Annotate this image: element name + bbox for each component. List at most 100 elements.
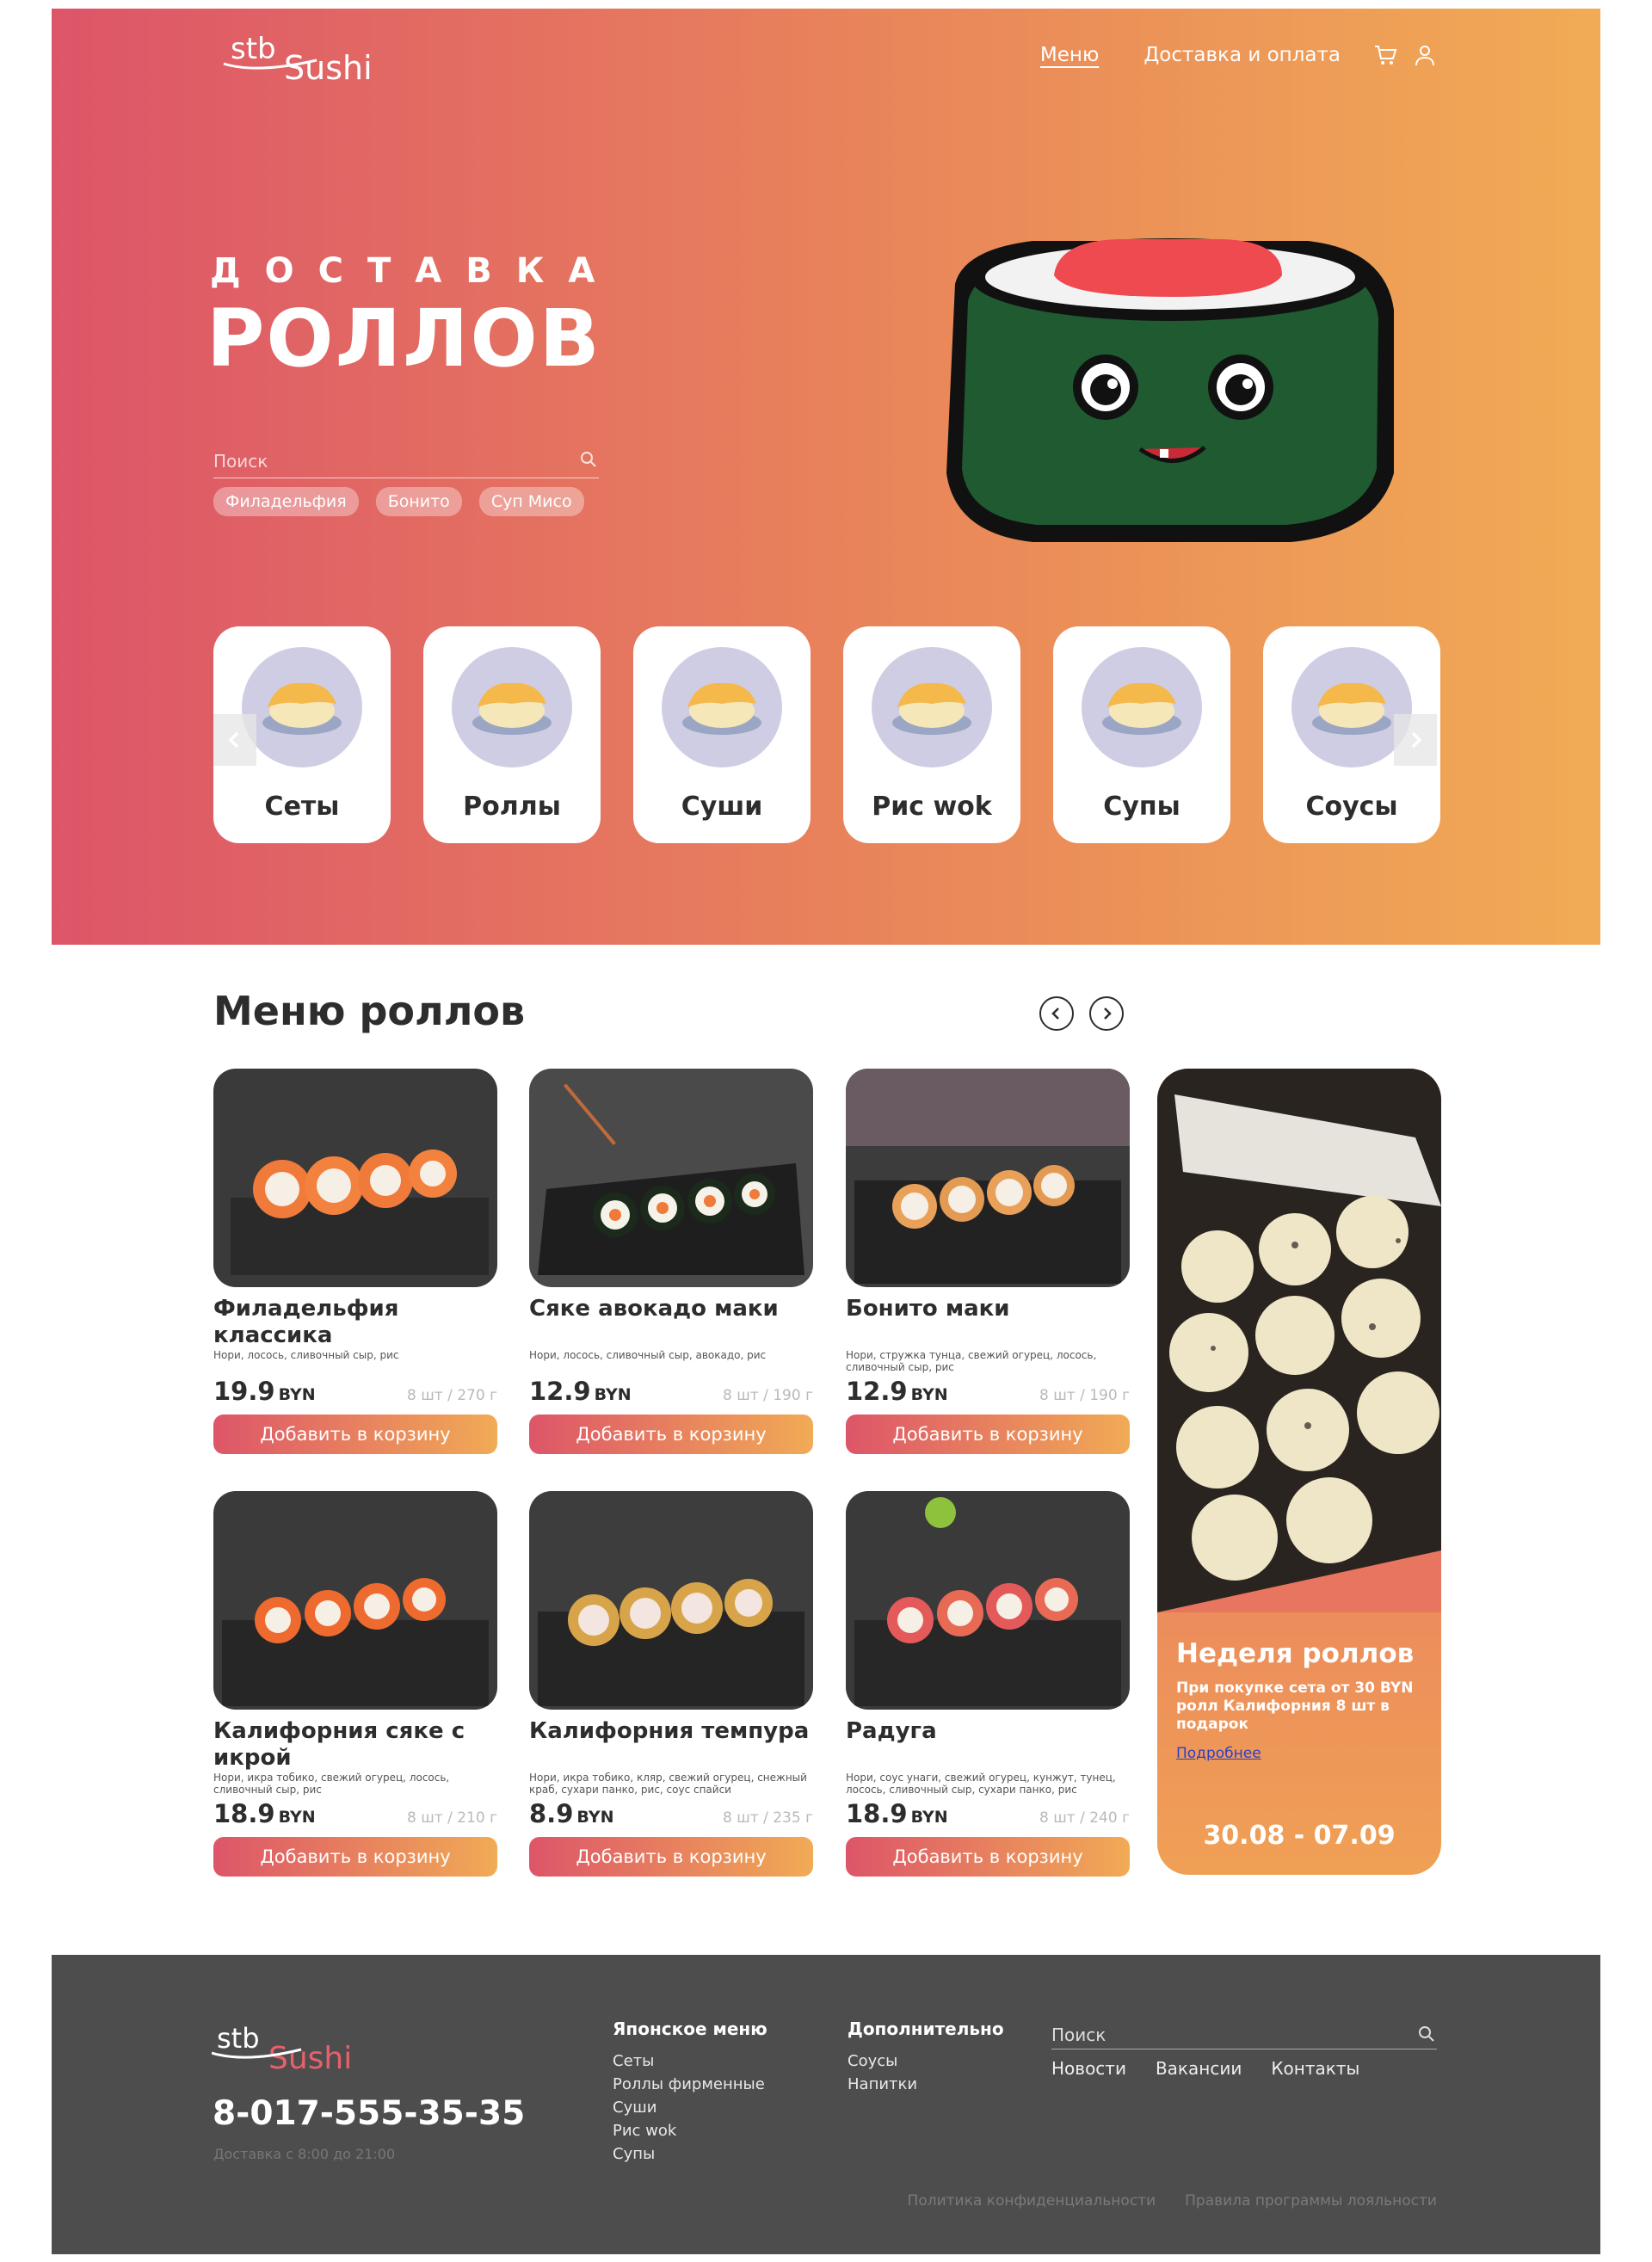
product-photo[interactable] <box>529 1491 813 1710</box>
product-name: Радуга <box>846 1718 937 1744</box>
product-price: 18.9 <box>213 1799 275 1828</box>
site-footer: stb Sushi 8-017-555-35-35 Доставка с 8:0… <box>52 1955 1600 2254</box>
product-card: Калифорния темпура Нори, икра тобико, кл… <box>529 1491 813 1877</box>
cart-icon[interactable] <box>1373 43 1397 67</box>
category-label: Роллы <box>463 792 561 822</box>
footer-link[interactable]: Супы <box>613 2142 767 2166</box>
menu-prev-button[interactable] <box>1039 996 1074 1031</box>
add-to-cart-button[interactable]: Добавить в корзину <box>846 1837 1130 1877</box>
hero-search-input[interactable] <box>213 444 599 478</box>
footer-extra-column: Дополнительно Соусы Напитки <box>848 2019 1004 2096</box>
category-label: Соусы <box>1305 792 1398 822</box>
product-weight: 8 шт / 190 г <box>723 1387 813 1404</box>
chevron-right-icon <box>1104 1008 1112 1020</box>
product-name: Бонито маки <box>846 1296 1010 1322</box>
category-card-rice-wok[interactable]: Рис wok <box>843 626 1020 843</box>
footer-legal-links: Политика конфиденциальности Правила прог… <box>908 2192 1437 2210</box>
footer-col-title: Японское меню <box>613 2019 767 2039</box>
product-price: 12.9 <box>529 1377 591 1406</box>
footer-link[interactable]: Рис wok <box>613 2119 767 2142</box>
carousel-prev-button[interactable] <box>213 714 256 766</box>
product-photo[interactable] <box>213 1069 497 1287</box>
menu-section-title: Меню роллов <box>213 988 526 1034</box>
product-photo[interactable] <box>846 1491 1130 1710</box>
carousel-next-button[interactable] <box>1394 714 1437 766</box>
sushi-icon <box>452 647 572 767</box>
category-label: Рис wok <box>872 792 992 822</box>
user-icon[interactable] <box>1413 43 1437 67</box>
product-description: Нори, лосось, сливочный сыр, рис <box>213 1349 399 1361</box>
footer-search <box>1051 2020 1437 2049</box>
footer-jobs-link[interactable]: Вакансии <box>1156 2058 1242 2079</box>
footer-phone[interactable]: 8-017-555-35-35 <box>213 2094 525 2133</box>
menu-pagination <box>1039 996 1124 1031</box>
product-currency: BYN <box>910 1808 948 1827</box>
site-logo[interactable]: stb Sushi <box>222 29 403 91</box>
sushi-mascot-illustration <box>929 215 1411 559</box>
loyalty-rules-link[interactable]: Правила программы лояльности <box>1185 2192 1437 2210</box>
product-weight: 8 шт / 235 г <box>723 1809 813 1827</box>
product-name: Филадельфия классика <box>213 1296 399 1348</box>
product-currency: BYN <box>278 1385 316 1404</box>
add-to-cart-button[interactable]: Добавить в корзину <box>529 1415 813 1454</box>
promo-banner[interactable]: Неделя роллов При покупке сета от 30 BYN… <box>1157 1069 1441 1875</box>
footer-link[interactable]: Напитки <box>848 2073 1004 2096</box>
footer-news-link[interactable]: Новости <box>1051 2058 1126 2079</box>
add-to-cart-button[interactable]: Добавить в корзину <box>213 1415 497 1454</box>
product-description: Нори, соус унаги, свежий огурец, кунжут,… <box>846 1772 1116 1796</box>
product-photo[interactable] <box>846 1069 1130 1287</box>
hero-section: stb Sushi Меню Доставка и оплата ДОСТАВК… <box>52 9 1600 945</box>
svg-text:Sushi: Sushi <box>284 49 373 87</box>
category-card-soups[interactable]: Супы <box>1053 626 1230 843</box>
category-card-sushi[interactable]: Суши <box>633 626 811 843</box>
promo-photo <box>1157 1069 1441 1612</box>
product-card: Калифорния сяке с икрой Нори, икра тобик… <box>213 1491 497 1877</box>
promo-dates: 30.08 - 07.09 <box>1203 1821 1396 1851</box>
footer-contacts-link[interactable]: Контакты <box>1271 2058 1359 2079</box>
sushi-icon <box>662 647 782 767</box>
footer-link[interactable]: Соусы <box>848 2049 1004 2073</box>
search-suggestions: Филадельфия Бонито Суп Мисо <box>213 487 584 516</box>
product-card: Филадельфия классика Нори, лосось, сливо… <box>213 1069 497 1454</box>
search-icon[interactable] <box>1418 2025 1435 2043</box>
chip-philadelphia[interactable]: Филадельфия <box>213 487 359 516</box>
product-currency: BYN <box>910 1385 948 1404</box>
product-photo[interactable] <box>529 1069 813 1287</box>
product-description: Нори, стружка тунца, свежий огурец, лосо… <box>846 1349 1097 1373</box>
promo-text: При покупке сета от 30 BYN ролл Калифорн… <box>1176 1680 1414 1733</box>
sushi-icon <box>242 647 362 767</box>
product-description: Нори, икра тобико, кляр, свежий огурец, … <box>529 1772 807 1796</box>
add-to-cart-button[interactable]: Добавить в корзину <box>213 1837 497 1877</box>
footer-link[interactable]: Сеты <box>613 2049 767 2073</box>
footer-info-links: Новости Вакансии Контакты <box>1051 2058 1359 2079</box>
footer-search-input[interactable] <box>1051 2020 1437 2049</box>
search-icon[interactable] <box>580 451 597 468</box>
footer-logo[interactable]: stb Sushi <box>211 2020 384 2080</box>
main-nav: Меню Доставка и оплата <box>1040 43 1437 67</box>
product-currency: BYN <box>594 1385 632 1404</box>
hero-search <box>213 444 599 478</box>
product-price: 18.9 <box>846 1799 908 1828</box>
nav-delivery-link[interactable]: Доставка и оплата <box>1143 44 1341 66</box>
product-weight: 8 шт / 190 г <box>1039 1387 1130 1404</box>
footer-link[interactable]: Суши <box>613 2096 767 2119</box>
product-card: Сяке авокадо маки Нори, лосось, сливочны… <box>529 1069 813 1454</box>
add-to-cart-button[interactable]: Добавить в корзину <box>846 1415 1130 1454</box>
chip-miso[interactable]: Суп Мисо <box>478 487 584 516</box>
chip-bonito[interactable]: Бонито <box>375 487 462 516</box>
svg-text:stb: stb <box>217 2022 260 2055</box>
add-to-cart-button[interactable]: Добавить в корзину <box>529 1837 813 1877</box>
product-weight: 8 шт / 240 г <box>1039 1809 1130 1827</box>
category-label: Суши <box>681 792 763 822</box>
product-photo[interactable] <box>213 1491 497 1710</box>
promo-more-link[interactable]: Подробнее <box>1176 1745 1261 1762</box>
category-card-rolls[interactable]: Роллы <box>423 626 601 843</box>
footer-hours: Доставка с 8:00 до 21:00 <box>213 2146 396 2162</box>
menu-next-button[interactable] <box>1089 996 1124 1031</box>
footer-link[interactable]: Роллы фирменные <box>613 2073 767 2096</box>
nav-menu-link[interactable]: Меню <box>1040 44 1099 66</box>
privacy-policy-link[interactable]: Политика конфиденциальности <box>908 2192 1156 2210</box>
product-currency: BYN <box>576 1808 614 1827</box>
product-card: Радуга Нори, соус унаги, свежий огурец, … <box>846 1491 1130 1877</box>
sushi-icon <box>1082 647 1202 767</box>
